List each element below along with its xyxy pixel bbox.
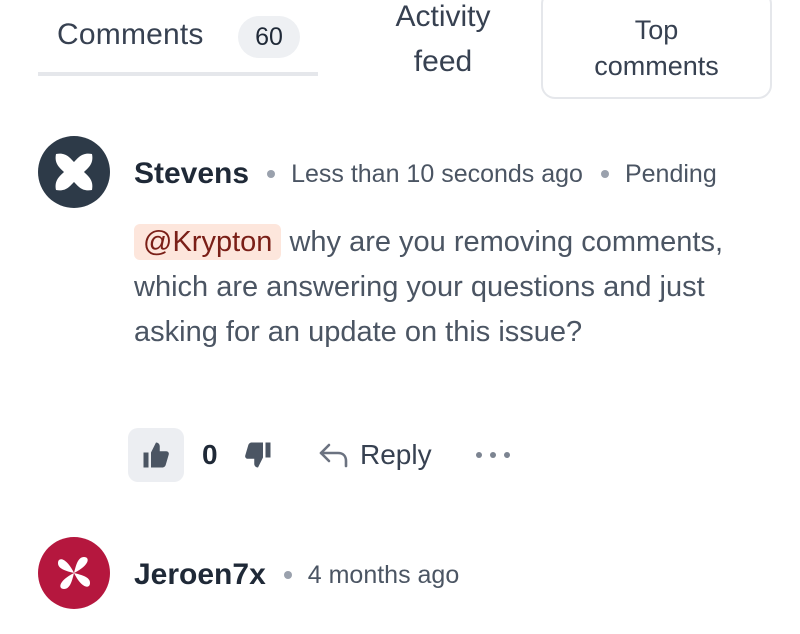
comment-timestamp: Less than 10 seconds ago <box>291 159 583 188</box>
tab-activity-label-line2: feed <box>413 45 473 78</box>
comments-page: Comments 60 Activity feed Top comments S… <box>0 0 800 634</box>
comment-meta: Stevens Less than 10 seconds ago Pending <box>134 154 717 194</box>
reply-arrow-icon <box>319 443 348 468</box>
meta-separator <box>600 170 609 178</box>
thumbs-down-icon <box>245 442 271 468</box>
thumbs-up-icon <box>143 442 169 468</box>
comment-meta: Jeroen7x 4 months ago <box>134 555 459 595</box>
dislike-button[interactable] <box>240 435 276 475</box>
reply-label: Reply <box>360 439 432 470</box>
like-count: 0 <box>202 439 218 470</box>
meta-separator <box>283 571 292 579</box>
comment-actions: 0 Reply <box>128 427 510 483</box>
tab-top-label-line2: comments <box>594 51 719 81</box>
tab-activity-label-line1: Activity <box>395 0 491 33</box>
more-options-button[interactable] <box>475 445 510 465</box>
comment-author[interactable]: Stevens <box>134 157 249 191</box>
reply-button[interactable]: Reply <box>318 439 432 471</box>
tab-comments[interactable]: Comments 60 <box>38 0 318 76</box>
avatar[interactable] <box>38 136 110 208</box>
tab-top-comments[interactable]: Top comments <box>541 0 772 99</box>
avatar[interactable] <box>38 537 110 609</box>
more-dots-icon <box>489 452 496 458</box>
more-dots-icon <box>503 452 510 458</box>
comment-body: @Krypton why are you removing comments, … <box>134 220 784 355</box>
comment-author[interactable]: Jeroen7x <box>134 558 266 592</box>
comment-timestamp: 4 months ago <box>307 560 460 589</box>
comments-count-badge: 60 <box>238 16 300 58</box>
like-button[interactable] <box>128 428 184 482</box>
mention-link[interactable]: @Krypton <box>134 224 282 260</box>
tab-activity-feed[interactable]: Activity feed <box>360 0 526 84</box>
meta-separator <box>267 170 276 178</box>
more-dots-icon <box>475 452 482 458</box>
tab-comments-label: Comments <box>57 18 204 51</box>
tab-top-label-line1: Top <box>634 15 679 45</box>
avatar-pattern-icon <box>58 557 90 589</box>
avatar-pattern-icon <box>55 153 93 191</box>
comment-status: Pending <box>624 159 717 188</box>
